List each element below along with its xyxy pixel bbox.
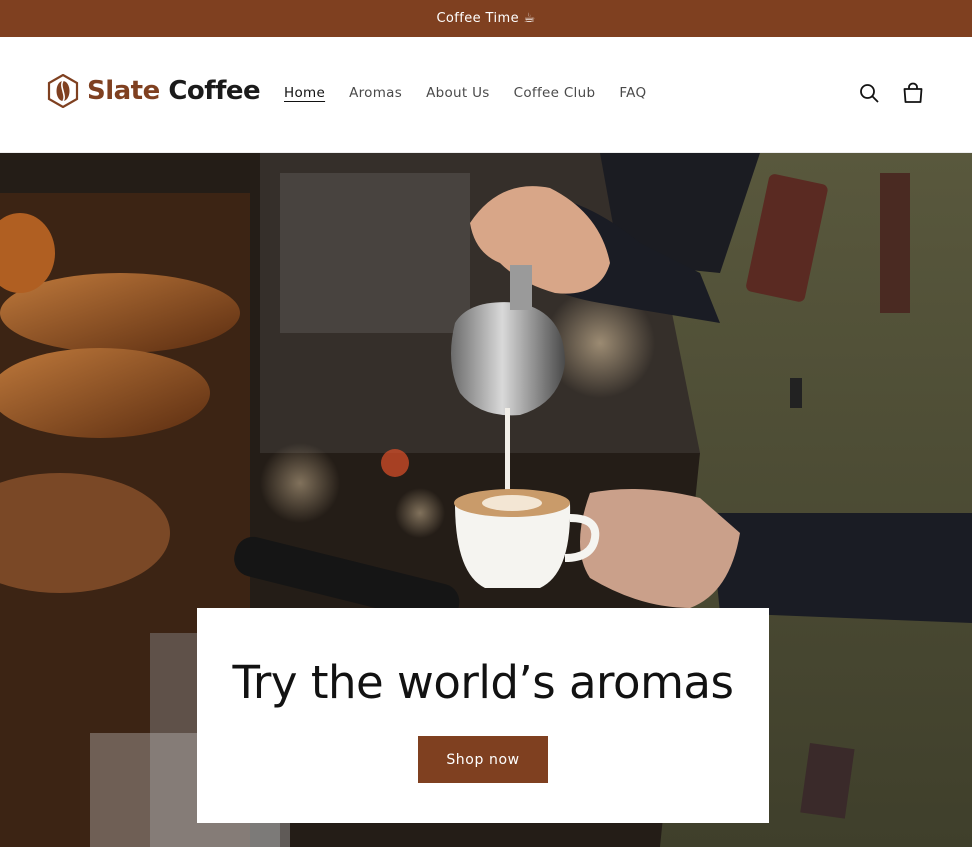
hero-content-box: Try the world’s aromas Shop now: [197, 608, 769, 823]
logo-wordmark: Slate Coffee: [87, 76, 261, 106]
cart-icon[interactable]: [902, 82, 924, 104]
shop-now-button[interactable]: Shop now: [418, 736, 548, 783]
header-icons: [858, 82, 924, 104]
main-nav: Home Aromas About Us Coffee Club FAQ: [284, 85, 646, 101]
coffee-bean-logo-icon: [47, 74, 79, 108]
nav-about-us[interactable]: About Us: [426, 85, 490, 101]
hero-banner: Try the world’s aromas Shop now: [0, 153, 972, 847]
nav-home[interactable]: Home: [284, 85, 325, 101]
nav-coffee-club[interactable]: Coffee Club: [514, 85, 596, 101]
nav-faq[interactable]: FAQ: [619, 85, 646, 101]
announcement-bar: Coffee Time ☕: [0, 0, 972, 37]
search-icon[interactable]: [858, 82, 880, 104]
logo-word-1: Slate: [87, 76, 160, 106]
nav-aromas[interactable]: Aromas: [349, 85, 402, 101]
logo-word-2: Coffee: [168, 76, 261, 106]
site-logo[interactable]: Slate Coffee: [47, 73, 261, 109]
hero-title: Try the world’s aromas: [232, 656, 734, 709]
announcement-text: Coffee Time ☕: [436, 11, 536, 26]
site-header: Slate Coffee Home Aromas About Us Coffee…: [0, 37, 972, 153]
